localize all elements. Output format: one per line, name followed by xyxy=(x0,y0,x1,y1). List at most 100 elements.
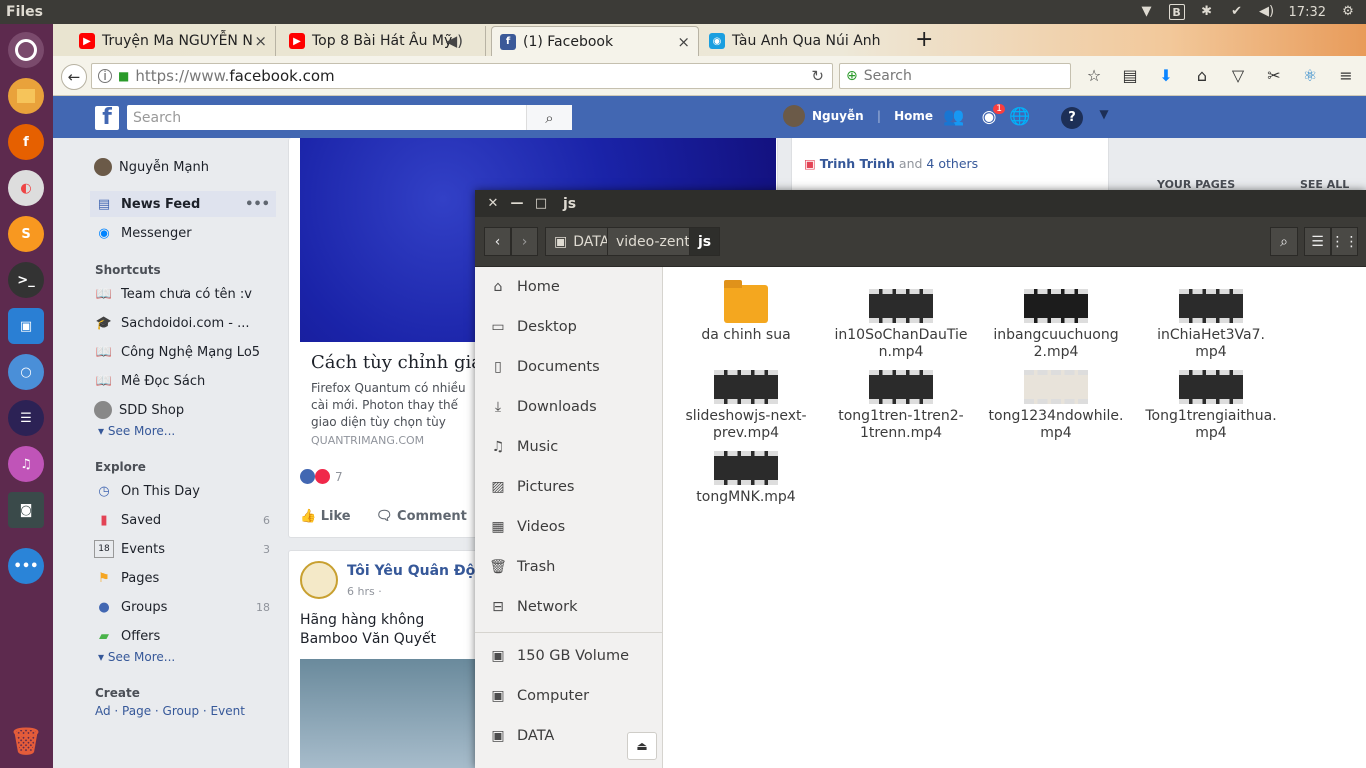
explore-item-offers[interactable]: ▰ Offers xyxy=(90,623,276,649)
create-links[interactable]: Ad · Page · Group · Event xyxy=(95,704,245,718)
browser-search-box[interactable]: ⊕ Search xyxy=(839,63,1071,89)
react-devtools-icon[interactable]: ⚛ xyxy=(1299,66,1321,85)
friend-notification[interactable]: ▣ Trinh Trinh and 4 others xyxy=(804,156,978,171)
files-app-icon[interactable] xyxy=(8,78,44,114)
eject-icon[interactable]: ⏏ xyxy=(627,732,657,760)
new-tab-button[interactable]: + xyxy=(915,27,933,52)
messenger-icon[interactable]: ◉ 1 xyxy=(978,103,1006,129)
minimize-window-icon[interactable]: — xyxy=(505,196,529,211)
avatar[interactable] xyxy=(783,105,805,127)
sidebar-item-music[interactable]: ♫ Music xyxy=(475,427,663,467)
settings-gear-icon[interactable]: ⚙ xyxy=(1340,4,1356,20)
search-button[interactable]: ⌕ xyxy=(1270,227,1298,256)
sidebar-item-trash[interactable]: 🗑 Trash xyxy=(475,547,663,587)
close-window-icon[interactable]: ✕ xyxy=(481,196,505,211)
comment-button[interactable]: 🗨 Comment xyxy=(376,509,467,524)
explore-item-pages[interactable]: ⚑ Pages xyxy=(90,565,276,591)
reload-icon[interactable]: ↻ xyxy=(811,67,824,85)
help-icon[interactable]: ? xyxy=(1061,107,1083,129)
shortcut-item[interactable]: 📖 Team chưa có tên :v xyxy=(90,281,276,307)
sidebar-item-documents[interactable]: ▯ Documents xyxy=(475,347,663,387)
breadcrumb-js[interactable]: js xyxy=(689,227,721,256)
search-engine-icon[interactable]: ⊕ xyxy=(846,68,858,84)
profile-link[interactable]: Nguyễn xyxy=(812,109,864,123)
post-timestamp[interactable]: 6 hrs · xyxy=(347,585,382,598)
sidebar-item-videos[interactable]: ▦ Videos xyxy=(475,507,663,547)
sidebar-item-desktop[interactable]: ▭ Desktop xyxy=(475,307,663,347)
ubuntu-dash-icon[interactable] xyxy=(8,32,44,68)
explore-item-groups[interactable]: ● Groups 18 xyxy=(90,594,276,620)
video-file-item[interactable]: tong1234ndowhile. mp4 xyxy=(981,370,1131,442)
screenshot-app-icon[interactable]: ◙ xyxy=(8,492,44,528)
shortcut-item[interactable]: 🎓 Sachdoidoi.com - ... xyxy=(90,310,276,336)
messenger-item[interactable]: ◉ Messenger xyxy=(90,220,276,246)
tab-youtube-2[interactable]: ▶ Top 8 Bài Hát Âu Mỹ ◀) xyxy=(281,26,486,56)
sidebar-item-pictures[interactable]: ▨ Pictures xyxy=(475,467,663,507)
video-file-item[interactable]: Tong1trengiaithua. mp4 xyxy=(1136,370,1286,442)
see-more-shortcuts-link[interactable]: ▾ See More... xyxy=(98,424,175,438)
clock[interactable]: 17:32 xyxy=(1289,5,1326,20)
forward-button[interactable]: › xyxy=(511,227,538,256)
explore-item-on-this-day[interactable]: ◷ On This Day xyxy=(90,478,276,504)
toggle-app-icon[interactable]: ◐ xyxy=(8,170,44,206)
shortcut-item[interactable]: 📖 Công Nghệ Mạng Lo5 xyxy=(90,339,276,365)
profile-item[interactable]: Nguyễn Mạnh xyxy=(90,154,276,180)
terminal-icon[interactable]: >_ xyxy=(8,262,44,298)
home-icon[interactable]: ⌂ xyxy=(1191,66,1213,85)
volume-icon[interactable]: ◀) xyxy=(1259,4,1275,20)
video-file-item[interactable]: slideshowjs-next-prev.mp4 xyxy=(671,370,821,442)
see-more-explore-link[interactable]: ▾ See More... xyxy=(98,650,175,664)
tab-youtube-1[interactable]: ▶ Truyện Ma NGUYỄN N × xyxy=(71,26,276,56)
more-options-icon[interactable]: ••• xyxy=(245,197,270,212)
like-button[interactable]: 👍 Like xyxy=(300,509,351,524)
speaker-icon[interactable]: ◀) xyxy=(446,32,463,50)
wifi-icon[interactable]: ▼ xyxy=(1139,4,1155,20)
list-view-button[interactable]: ☰ xyxy=(1304,227,1331,256)
video-file-item[interactable]: inbangcuuchuong 2.mp4 xyxy=(981,289,1131,361)
facebook-logo-icon[interactable]: f xyxy=(95,105,119,130)
friend-requests-icon[interactable]: 👥 xyxy=(943,107,965,129)
breadcrumb-video-zent[interactable]: video-zent xyxy=(607,227,699,256)
close-tab-icon[interactable]: × xyxy=(254,32,267,50)
video-file-item[interactable]: inChiaHet3Va7. mp4 xyxy=(1136,289,1286,361)
video-file-item[interactable]: tongMNK.mp4 xyxy=(671,451,821,506)
account-menu-chevron-icon[interactable]: ▼ xyxy=(1093,107,1115,129)
headphones-app-icon[interactable]: ♫ xyxy=(8,446,44,482)
post-page-name[interactable]: Tôi Yêu Quân Đội N xyxy=(347,563,477,579)
explore-item-events[interactable]: 18 Events 3 xyxy=(90,536,276,562)
shortcut-item[interactable]: 📖 Mê Đọc Sách xyxy=(90,368,276,394)
bookmark-star-icon[interactable]: ☆ xyxy=(1083,66,1105,85)
tab-zing[interactable]: ◉ Tàu Anh Qua Núi Anh xyxy=(701,26,906,56)
bluetooth-icon[interactable]: ✱ xyxy=(1199,4,1215,20)
news-feed-item[interactable]: ▤ News Feed ••• xyxy=(90,191,276,217)
video-file-item[interactable]: tong1tren-1tren2- 1trenn.mp4 xyxy=(826,370,976,442)
home-link[interactable]: Home xyxy=(894,109,933,123)
avatar[interactable] xyxy=(300,561,338,599)
tab-facebook[interactable]: f (1) Facebook × xyxy=(491,26,699,56)
more-apps-icon[interactable]: ••• xyxy=(8,548,44,584)
explore-item-saved[interactable]: ▮ Saved 6 xyxy=(90,507,276,533)
menu-hamburger-icon[interactable]: ≡ xyxy=(1335,66,1357,85)
close-tab-icon[interactable]: × xyxy=(677,33,690,51)
sidebar-item-home[interactable]: ⌂ Home xyxy=(475,267,663,307)
post-photo[interactable] xyxy=(300,659,480,768)
reactions-summary[interactable]: 7 xyxy=(300,469,343,484)
firefox-icon[interactable]: f xyxy=(8,124,44,160)
download-icon[interactable]: ⬇ xyxy=(1155,66,1177,85)
sublime-text-icon[interactable]: S xyxy=(8,216,44,252)
trash-icon[interactable]: 🗑 xyxy=(8,724,44,760)
maximize-window-icon[interactable]: □ xyxy=(529,196,553,211)
back-button[interactable]: ← xyxy=(61,64,87,90)
chromium-icon[interactable]: ○ xyxy=(8,354,44,390)
shortcut-item[interactable]: SDD Shop xyxy=(90,397,276,423)
b-indicator-icon[interactable]: B xyxy=(1168,4,1185,20)
globe-notifications-icon[interactable]: 🌐 xyxy=(1009,107,1031,129)
facebook-search-input[interactable]: Search ⌕ xyxy=(127,105,572,130)
extension-icon[interactable]: ✂ xyxy=(1263,66,1285,85)
search-icon[interactable]: ⌕ xyxy=(526,105,572,130)
sidebar-item-computer[interactable]: ▣ Computer xyxy=(475,676,663,716)
sidebar-item-downloads[interactable]: ⤓ Downloads xyxy=(475,387,663,427)
eclipse-icon[interactable]: ☰ xyxy=(8,400,44,436)
info-icon[interactable]: i xyxy=(98,69,112,83)
virtualbox-icon[interactable]: ▣ xyxy=(8,308,44,344)
